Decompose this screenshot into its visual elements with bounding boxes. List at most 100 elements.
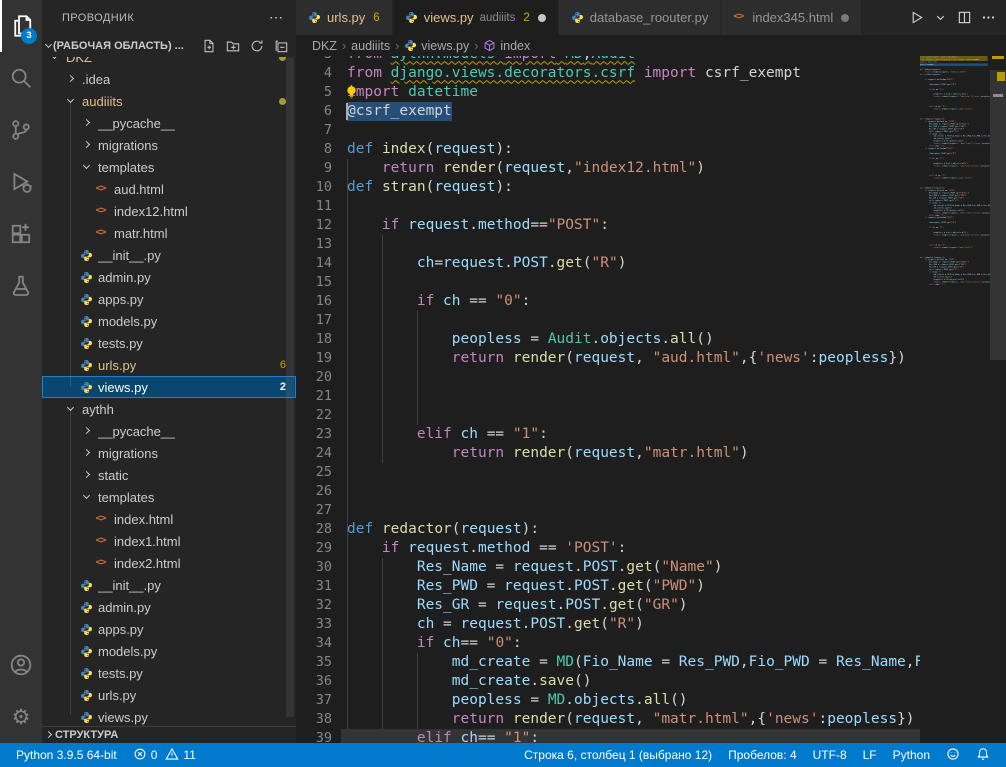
run-button[interactable] bbox=[906, 8, 926, 28]
code-line-15: 15 bbox=[296, 273, 920, 292]
explorer-more-icon[interactable]: ⋯ bbox=[269, 9, 284, 26]
run-debug-icon[interactable] bbox=[0, 156, 42, 208]
dirty-indicator-icon[interactable] bbox=[538, 14, 546, 22]
code-editor[interactable]: 3from aythh.models import MD,Audit4from … bbox=[296, 56, 920, 743]
explorer-title: ПРОВОДНИК bbox=[62, 12, 134, 24]
explorer-actions bbox=[200, 37, 290, 55]
extensions-icon[interactable] bbox=[0, 208, 42, 260]
file-label: tests.py bbox=[98, 336, 143, 351]
split-editor-button[interactable] bbox=[954, 8, 974, 28]
file-label: urls.py bbox=[98, 688, 136, 703]
accounts-icon[interactable] bbox=[0, 639, 42, 691]
tree-item-urls.py[interactable]: urls.py bbox=[42, 684, 296, 706]
tree-item-migrations[interactable]: migrations bbox=[42, 134, 296, 156]
sidebar-scrollbar[interactable] bbox=[286, 57, 294, 717]
search-icon[interactable] bbox=[0, 52, 42, 104]
new-file-icon[interactable] bbox=[200, 37, 218, 55]
tree-item-static[interactable]: static bbox=[42, 464, 296, 486]
explorer-icon[interactable]: 3 bbox=[0, 0, 42, 52]
tree-item-views.py[interactable]: views.py2 bbox=[42, 376, 296, 398]
tab-bar: urls.py6views.pyaudiiits2database_rooute… bbox=[296, 0, 1006, 35]
tree-item-tests.py[interactable]: tests.py bbox=[42, 662, 296, 684]
tree-item-DKZ[interactable]: DKZ bbox=[42, 57, 296, 68]
line-number: 29 bbox=[296, 539, 332, 558]
tree-item-index1.html[interactable]: <>index1.html bbox=[42, 530, 296, 552]
refresh-explorer-icon[interactable] bbox=[248, 37, 266, 55]
chevron-right-icon bbox=[82, 449, 89, 456]
tab-index345.html[interactable]: <>index345.html bbox=[721, 0, 861, 35]
tree-item-index12.html[interactable]: <>index12.html bbox=[42, 200, 296, 222]
file-label: migrations bbox=[98, 138, 158, 153]
tree-item-index2.html[interactable]: <>index2.html bbox=[42, 552, 296, 574]
tree-item-__init__.py[interactable]: __init__.py bbox=[42, 574, 296, 596]
breadcrumb-item-views.py[interactable]: views.py bbox=[404, 39, 469, 53]
outline-section-header[interactable]: СТРУКТУРА bbox=[42, 726, 296, 743]
tree-item-audiiits[interactable]: audiiits bbox=[42, 90, 296, 112]
line-number: 37 bbox=[296, 691, 332, 710]
more-actions-button[interactable] bbox=[978, 8, 998, 28]
tree-item-migrations[interactable]: migrations bbox=[42, 442, 296, 464]
tree-item-__pycache__[interactable]: __pycache__ bbox=[42, 420, 296, 442]
minimap[interactable]: from aythh.models import MD,Auditfrom dj… bbox=[920, 56, 990, 743]
breadcrumb-item-audiiits[interactable]: audiiits bbox=[351, 39, 390, 53]
breadcrumb-item-index[interactable]: index bbox=[483, 39, 530, 53]
tree-item-tests.py[interactable]: tests.py bbox=[42, 332, 296, 354]
lightbulb-icon[interactable] bbox=[344, 85, 359, 100]
line-number: 16 bbox=[296, 292, 332, 311]
line-number: 36 bbox=[296, 672, 332, 691]
testing-icon[interactable] bbox=[0, 260, 42, 312]
tree-item-__init__.py[interactable]: __init__.py bbox=[42, 244, 296, 266]
tree-item-templates[interactable]: templates bbox=[42, 486, 296, 508]
scrollbar-slider[interactable] bbox=[990, 70, 1006, 360]
breadcrumb-item-DKZ[interactable]: DKZ bbox=[312, 39, 337, 53]
tree-indent-guide bbox=[70, 101, 71, 387]
file-label: index12.html bbox=[114, 204, 188, 219]
code-text: elif ch == "1": bbox=[347, 425, 548, 444]
settings-icon[interactable]: ⚙ bbox=[0, 691, 42, 743]
status-problems[interactable]: 011 bbox=[127, 743, 202, 767]
source-control-icon[interactable] bbox=[0, 104, 42, 156]
tree-item-apps.py[interactable]: apps.py bbox=[42, 288, 296, 310]
status-feedback[interactable] bbox=[940, 743, 966, 767]
tree-item-views.py[interactable]: views.py bbox=[42, 706, 296, 726]
status-language-mode[interactable]: Python bbox=[887, 743, 936, 767]
status-python-interpreter[interactable]: Python 3.9.5 64-bit bbox=[10, 743, 123, 767]
code-line-10: 10def stran(request): bbox=[296, 178, 920, 197]
collapse-folders-icon[interactable] bbox=[272, 37, 290, 55]
tree-item-aud.html[interactable]: <>aud.html bbox=[42, 178, 296, 200]
dirty-indicator-icon[interactable] bbox=[841, 14, 849, 22]
new-folder-icon[interactable] bbox=[224, 37, 242, 55]
scrollbar[interactable] bbox=[990, 56, 1006, 743]
tab-views.py[interactable]: views.pyaudiiits2 bbox=[393, 0, 558, 35]
cursor-marker bbox=[993, 94, 1003, 97]
tree-item-models.py[interactable]: models.py bbox=[42, 640, 296, 662]
status-right: Строка 6, столбец 1 (выбрано 12)Пробелов… bbox=[518, 743, 1006, 767]
tree-item-aythh[interactable]: aythh bbox=[42, 398, 296, 420]
tree-item-matr.html[interactable]: <>matr.html bbox=[42, 222, 296, 244]
code-line-20: 20 bbox=[296, 368, 920, 387]
tree-item-index.html[interactable]: <>index.html bbox=[42, 508, 296, 530]
tree-item-admin.py[interactable]: admin.py bbox=[42, 596, 296, 618]
tree-item-admin.py[interactable]: admin.py bbox=[42, 266, 296, 288]
tree-item-urls.py[interactable]: urls.py6 bbox=[42, 354, 296, 376]
code-line-26: 26 bbox=[296, 482, 920, 501]
status-notifications[interactable] bbox=[970, 743, 996, 767]
line-number: 18 bbox=[296, 330, 332, 349]
code-line-4: 4from django.views.decorators.csrf impor… bbox=[296, 64, 920, 83]
tree-item-templates[interactable]: templates bbox=[42, 156, 296, 178]
workspace-section-header[interactable]: (РАБОЧАЯ ОБЛАСТЬ) ... bbox=[42, 35, 296, 57]
tab-database_roouter.py[interactable]: database_roouter.py bbox=[559, 0, 721, 35]
tree-item-__pycache__[interactable]: __pycache__ bbox=[42, 112, 296, 134]
tree-item-models.py[interactable]: models.py bbox=[42, 310, 296, 332]
code-line-23: 23 elif ch == "1": bbox=[296, 425, 920, 444]
code-text: if request.method=="POST": bbox=[347, 216, 609, 235]
status-encoding[interactable]: UTF-8 bbox=[807, 743, 853, 767]
tree-item-.idea[interactable]: .idea bbox=[42, 68, 296, 90]
status-indentation[interactable]: Пробелов: 4 bbox=[722, 743, 803, 767]
status-eol-sequence[interactable]: LF bbox=[857, 743, 883, 767]
tab-urls.py[interactable]: urls.py6 bbox=[296, 0, 392, 35]
run-dropdown[interactable] bbox=[930, 8, 950, 28]
tree-item-apps.py[interactable]: apps.py bbox=[42, 618, 296, 640]
file-label: aud.html bbox=[114, 182, 164, 197]
status-cursor-position[interactable]: Строка 6, столбец 1 (выбрано 12) bbox=[518, 743, 718, 767]
